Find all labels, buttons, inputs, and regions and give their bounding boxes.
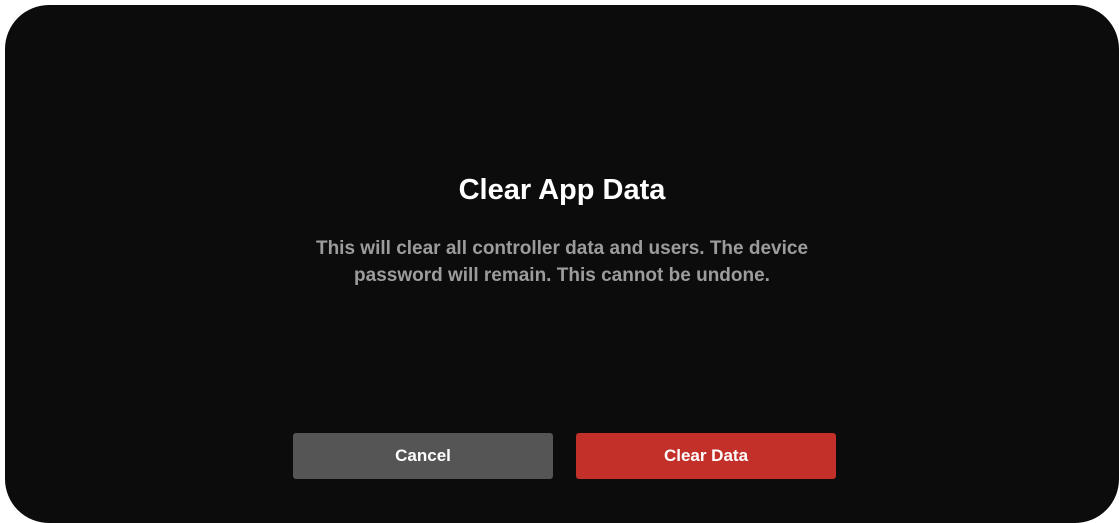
dialog-title: Clear App Data	[458, 174, 666, 206]
cancel-button[interactable]: Cancel	[293, 433, 553, 479]
dialog-message: This will clear all controller data and …	[315, 238, 809, 286]
clear-data-button[interactable]: Clear Data	[576, 433, 836, 479]
clear-app-data-dialog: Clear App Data This will clear all contr…	[5, 5, 1119, 523]
